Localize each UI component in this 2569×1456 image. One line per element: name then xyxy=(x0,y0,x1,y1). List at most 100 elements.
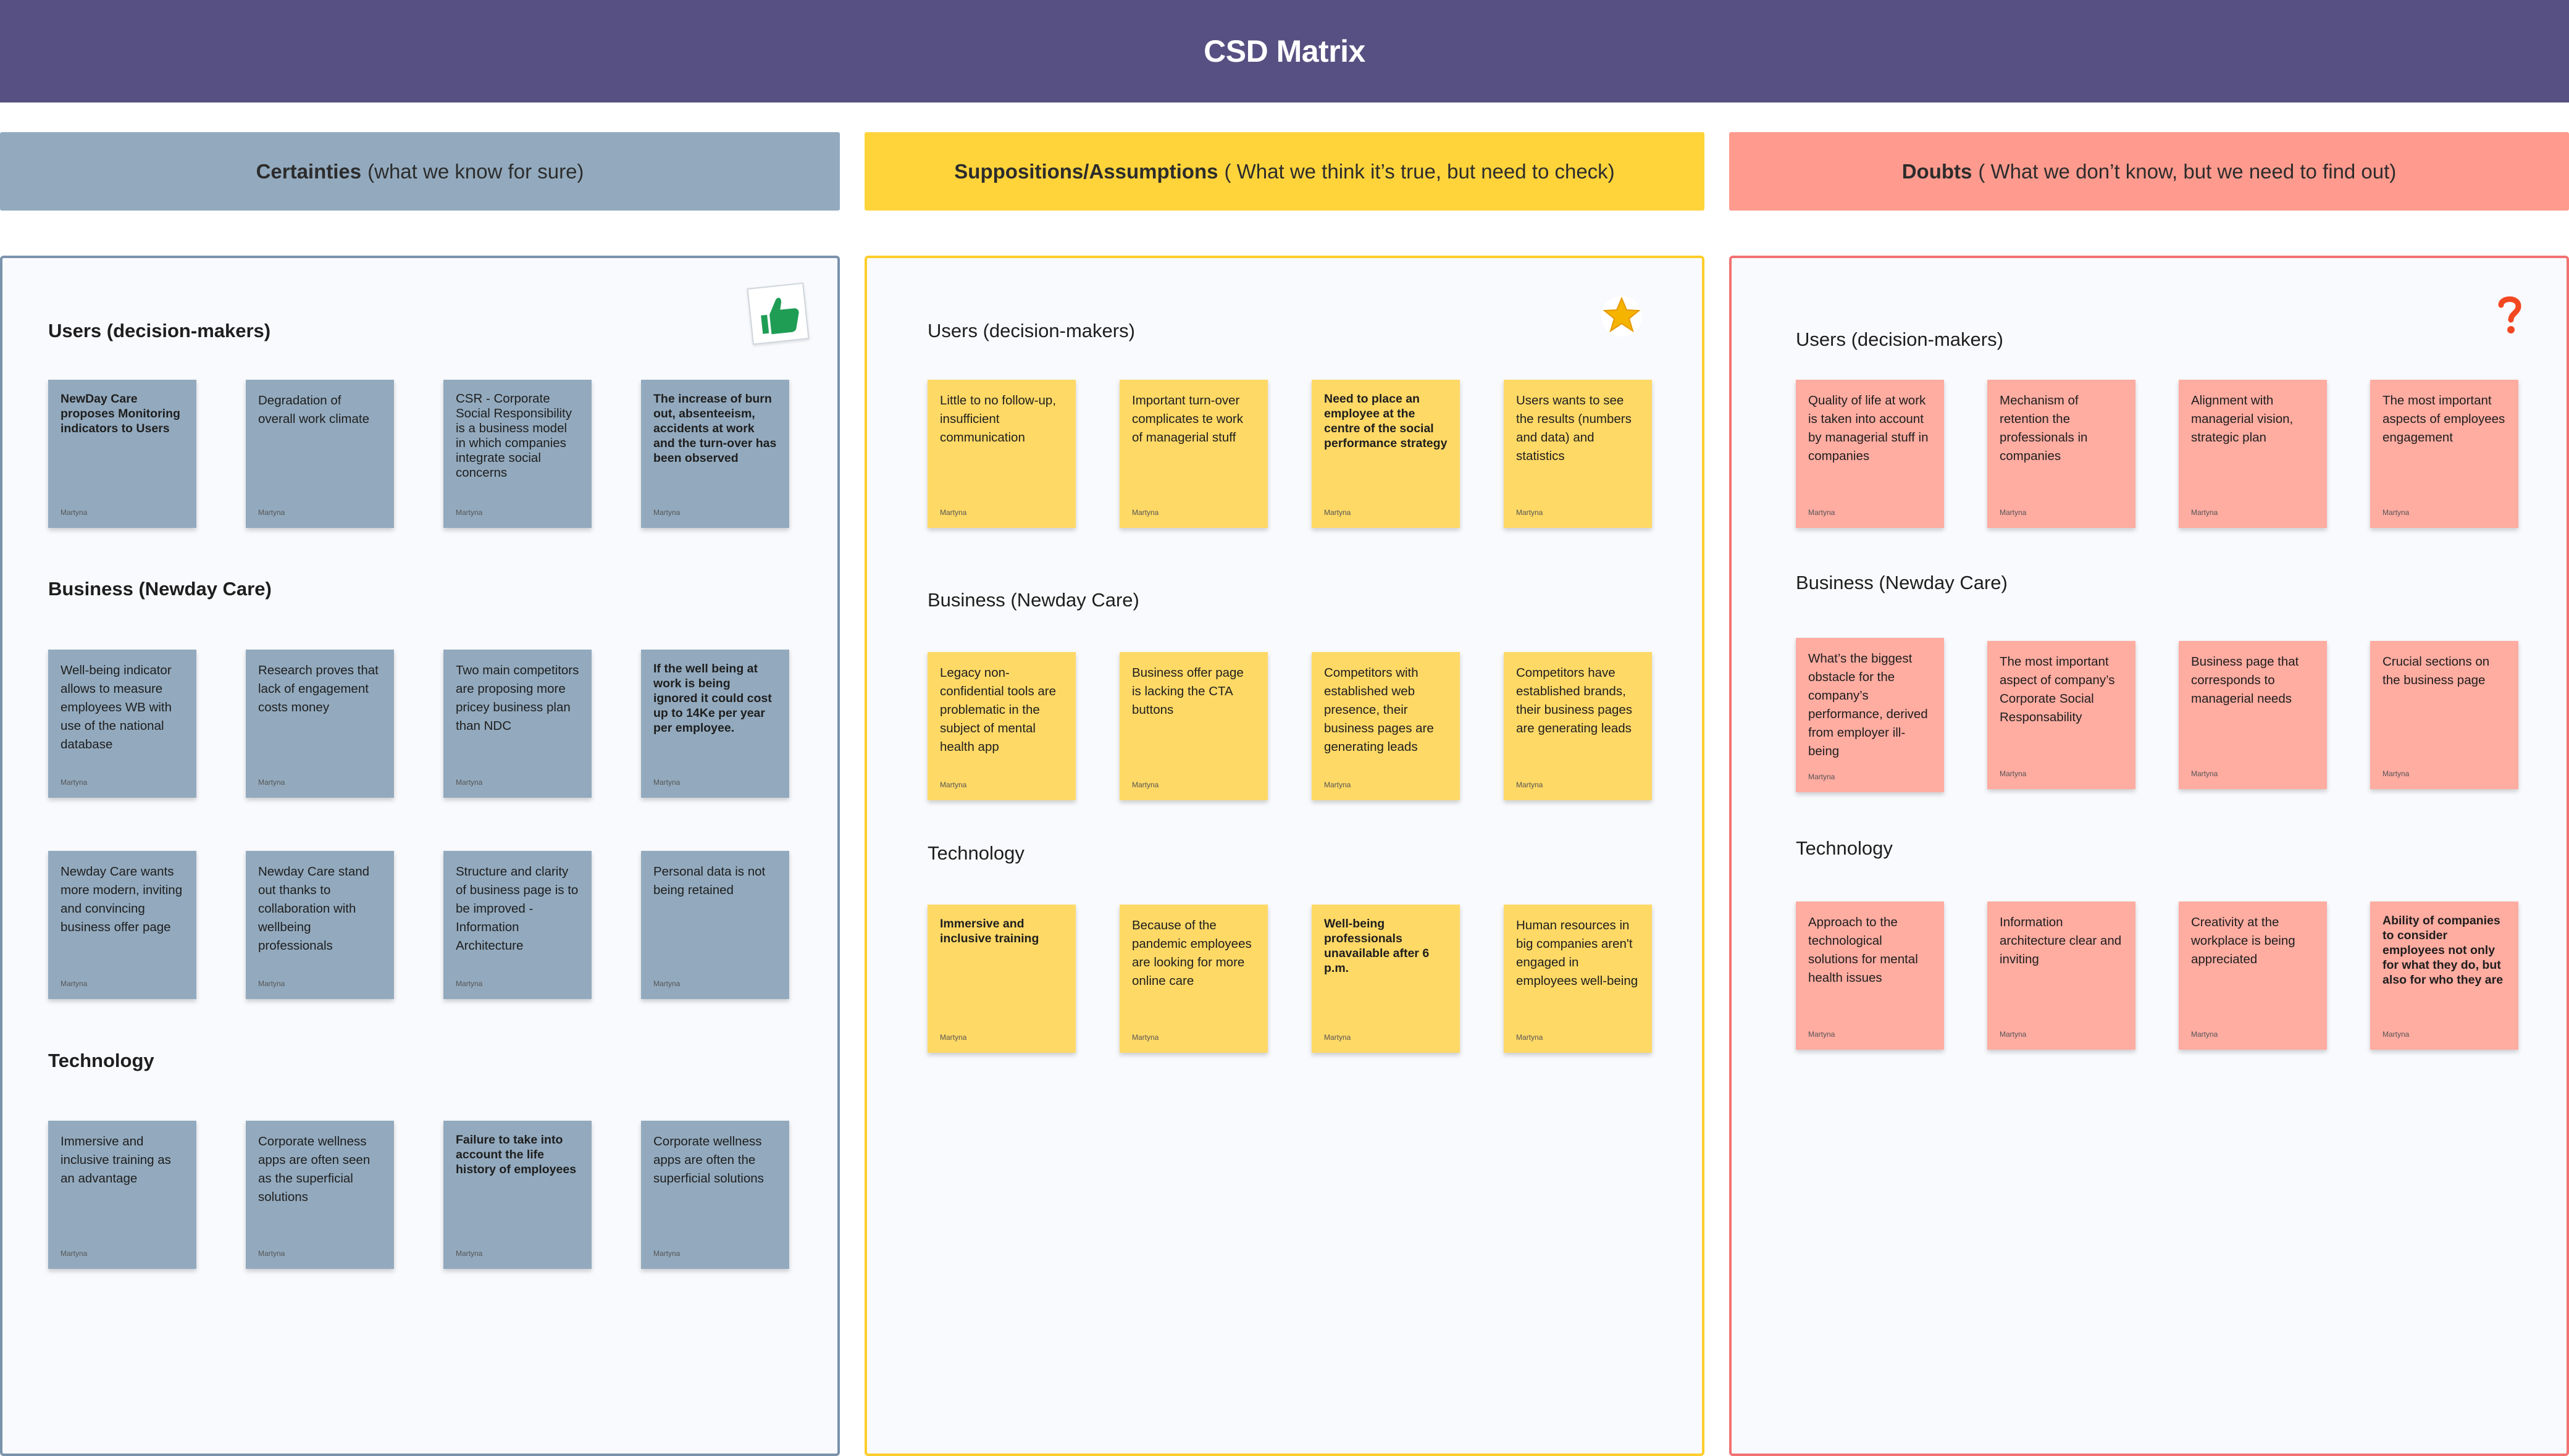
note-text: Corporate wellness apps are often seen a… xyxy=(258,1134,371,1204)
sticky-note[interactable]: The most important aspect of company’s C… xyxy=(1987,641,2135,789)
sticky-note[interactable]: Immersive and inclusive training as an a… xyxy=(48,1121,196,1269)
sticky-note[interactable]: Important turn-over complicates te work … xyxy=(1120,380,1268,528)
suppositions-section-users: Users (decision-makers) xyxy=(928,320,1135,341)
sticky-note[interactable]: Quality of life at work is taken into ac… xyxy=(1796,380,1944,528)
note-author: Martyna xyxy=(1516,780,1543,789)
certainties-section-users: Users (decision-makers) xyxy=(48,320,271,341)
sticky-note[interactable]: Immersive and inclusive training Martyna xyxy=(928,905,1076,1053)
note-author: Martyna xyxy=(2000,1030,2027,1039)
sticky-note[interactable]: Corporate wellness apps are often the su… xyxy=(641,1121,789,1269)
sticky-note[interactable]: If the well being at work is being ignor… xyxy=(641,650,789,798)
certainties-header-title: Certainties xyxy=(256,159,362,183)
note-author: Martyna xyxy=(2383,508,2410,517)
note-author: Martyna xyxy=(2191,1030,2218,1039)
sticky-note[interactable]: Little to no follow-up, insufficient com… xyxy=(928,380,1076,528)
note-author: Martyna xyxy=(1324,1033,1351,1042)
sticky-note[interactable]: Approach to the technological solutions … xyxy=(1796,902,1944,1050)
note-text: CSR - Corporate Social Responsibility is… xyxy=(456,391,572,480)
certainties-header[interactable]: Certainties (what we know for sure) xyxy=(0,132,840,211)
note-text: Degradation of overall work climate xyxy=(258,393,369,426)
note-text: The most important aspect of company’s C… xyxy=(2000,655,2115,724)
sticky-note[interactable]: Information architecture clear and invit… xyxy=(1987,902,2135,1050)
note-author: Martyna xyxy=(1324,780,1351,789)
note-author: Martyna xyxy=(1516,508,1543,517)
note-text: Corporate wellness apps are often the su… xyxy=(653,1134,764,1186)
note-text: Quality of life at work is taken into ac… xyxy=(1808,393,1929,463)
sticky-note[interactable]: Business offer page is lacking the CTA b… xyxy=(1120,652,1268,800)
note-author: Martyna xyxy=(940,1033,967,1042)
sticky-note[interactable]: Well-being indicator allows to measure e… xyxy=(48,650,196,798)
note-text: What’s the biggest obstacle for the comp… xyxy=(1808,651,1928,758)
note-text: Mechanism of retention the professionals… xyxy=(2000,393,2088,463)
note-text: Well-being indicator allows to measure e… xyxy=(61,663,172,751)
doubts-section-technology: Technology xyxy=(1796,837,1893,859)
note-author: Martyna xyxy=(1808,508,1835,517)
note-text: Failure to take into account the life hi… xyxy=(456,1133,577,1176)
suppositions-header-title: Suppositions/Assumptions xyxy=(954,159,1218,183)
question-mark-icon[interactable] xyxy=(2496,294,2523,335)
certainties-section-technology: Technology xyxy=(48,1050,154,1071)
note-text: Legacy non-confidential tools are proble… xyxy=(940,666,1057,754)
note-author: Martyna xyxy=(653,1249,681,1258)
suppositions-header[interactable]: Suppositions/Assumptions ( What we think… xyxy=(865,132,1704,211)
note-author: Martyna xyxy=(653,508,681,517)
sticky-note[interactable]: Crucial sections on the business page Mar… xyxy=(2370,641,2518,789)
sticky-note[interactable]: Business page that corresponds to manage… xyxy=(2179,641,2327,789)
note-author: Martyna xyxy=(653,979,681,988)
sticky-note[interactable]: Degradation of overall work climate Marty… xyxy=(246,380,394,528)
sticky-note[interactable]: Need to place an employee at the centre … xyxy=(1312,380,1460,528)
sticky-note[interactable]: Legacy non-confidential tools are proble… xyxy=(928,652,1076,800)
sticky-note[interactable]: The increase of burn out, absenteeism, a… xyxy=(641,380,789,528)
sticky-note[interactable]: Ability of companies to consider employe… xyxy=(2370,902,2518,1050)
note-author: Martyna xyxy=(940,780,967,789)
note-author: Martyna xyxy=(940,508,967,517)
sticky-note[interactable]: The most important aspects of employees … xyxy=(2370,380,2518,528)
note-text: Well-being professionals unavailable aft… xyxy=(1324,917,1430,975)
sticky-note[interactable]: Because of the pandemic employees are lo… xyxy=(1120,905,1268,1053)
sticky-note[interactable]: Two main competitors are proposing more … xyxy=(443,650,592,798)
note-text: The most important aspects of employees … xyxy=(2383,393,2505,445)
note-author: Martyna xyxy=(1324,508,1351,517)
sticky-note[interactable]: Users wants to see the results (numbers … xyxy=(1504,380,1652,528)
note-text: Approach to the technological solutions … xyxy=(1808,915,1918,985)
sticky-note[interactable]: Structure and clarity of business page i… xyxy=(443,851,592,999)
note-author: Martyna xyxy=(1516,1033,1543,1042)
note-author: Martyna xyxy=(1132,1033,1159,1042)
sticky-note[interactable]: Research proves that lack of engagement … xyxy=(246,650,394,798)
note-text: NewDay Care proposes Monitoring indicato… xyxy=(61,392,180,435)
sticky-note[interactable]: CSR - Corporate Social Responsibility is… xyxy=(443,380,592,528)
sticky-note[interactable]: NewDay Care proposes Monitoring indicato… xyxy=(48,380,196,528)
sticky-note[interactable]: Newday Care wants more modern, inviting … xyxy=(48,851,196,999)
certainties-section-business: Business (Newday Care) xyxy=(48,578,272,600)
note-author: Martyna xyxy=(258,778,285,787)
note-author: Martyna xyxy=(1808,1030,1835,1039)
thumbs-up-icon[interactable] xyxy=(747,282,810,345)
note-text: Structure and clarity of business page i… xyxy=(456,864,579,953)
sticky-note[interactable]: Human resources in big companies aren't … xyxy=(1504,905,1652,1053)
note-author: Martyna xyxy=(258,508,285,517)
sticky-note[interactable]: Alignment with managerial vision, strate… xyxy=(2179,380,2327,528)
sticky-note[interactable]: Failure to take into account the life hi… xyxy=(443,1121,592,1269)
sticky-note[interactable]: Well-being professionals unavailable aft… xyxy=(1312,905,1460,1053)
sticky-note[interactable]: Corporate wellness apps are often seen a… xyxy=(246,1121,394,1269)
note-author: Martyna xyxy=(2000,769,2027,778)
note-author: Martyna xyxy=(61,979,88,988)
note-text: Important turn-over complicates te work … xyxy=(1132,393,1244,445)
note-text: Competitors have established brands, the… xyxy=(1516,666,1633,735)
doubts-header[interactable]: Doubts ( What we don’t know, but we need… xyxy=(1729,132,2569,211)
doubts-section-users: Users (decision-makers) xyxy=(1796,328,2003,350)
note-text: Newday Care wants more modern, inviting … xyxy=(61,864,183,934)
certainties-header-subtitle: (what we know for sure) xyxy=(367,159,584,183)
page-title: CSD Matrix xyxy=(1204,34,1365,69)
note-text: Users wants to see the results (numbers … xyxy=(1516,393,1632,463)
sticky-note[interactable]: Creativity at the workplace is being app… xyxy=(2179,902,2327,1050)
sticky-note[interactable]: Mechanism of retention the professionals… xyxy=(1987,380,2135,528)
sticky-note[interactable]: Competitors have established brands, the… xyxy=(1504,652,1652,800)
sticky-note[interactable]: Newday Care stand out thanks to collabor… xyxy=(246,851,394,999)
note-text: Need to place an employee at the centre … xyxy=(1324,392,1448,450)
star-icon[interactable] xyxy=(1599,293,1644,337)
sticky-note[interactable]: What’s the biggest obstacle for the comp… xyxy=(1796,638,1944,792)
note-author: Martyna xyxy=(61,508,88,517)
sticky-note[interactable]: Competitors with established web presenc… xyxy=(1312,652,1460,800)
sticky-note[interactable]: Personal data is not being retained Marty… xyxy=(641,851,789,999)
